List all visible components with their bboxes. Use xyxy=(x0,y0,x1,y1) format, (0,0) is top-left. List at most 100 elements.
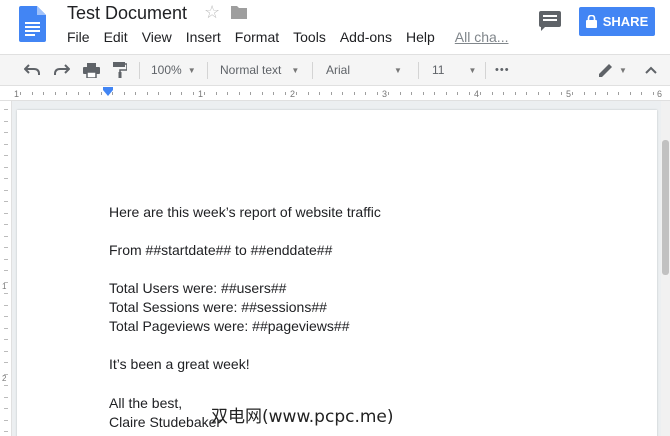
horizontal-ruler: 1 1 2 3 4 5 6 xyxy=(0,87,670,101)
collapse-menus-button[interactable] xyxy=(645,55,657,85)
watermark-text: 双电网(www.pcpc.me) xyxy=(211,407,394,427)
ruler-tick xyxy=(411,92,412,95)
redo-button[interactable] xyxy=(54,55,70,85)
doc-line-users[interactable]: Total Users were: ##users## xyxy=(109,279,286,297)
all-changes-link[interactable]: All cha... xyxy=(455,28,509,46)
ruler-tick xyxy=(4,259,8,260)
ruler-tick xyxy=(388,92,389,95)
scrollbar-thumb[interactable] xyxy=(662,140,669,275)
ruler-tick xyxy=(4,224,8,225)
ruler-tick xyxy=(124,92,125,95)
lock-icon xyxy=(585,15,597,28)
ruler-tick xyxy=(20,92,21,95)
font-size-value: 11 xyxy=(432,63,445,77)
doc-line-greatweek[interactable]: It’s been a great week! xyxy=(109,355,250,373)
toolbar-divider xyxy=(139,62,140,79)
ruler-tick xyxy=(4,305,8,306)
ruler-tick xyxy=(365,92,366,95)
font-select[interactable]: Arial ▼ xyxy=(326,55,402,85)
vertical-ruler: 1 2 xyxy=(0,101,12,436)
ruler-tick xyxy=(78,92,79,95)
ruler-tick xyxy=(204,92,205,95)
doc-line-daterange[interactable]: From ##startdate## to ##enddate## xyxy=(109,241,332,259)
share-label: SHARE xyxy=(602,14,649,29)
docs-logo-icon[interactable] xyxy=(19,6,46,42)
doc-line-closing[interactable]: All the best, xyxy=(109,394,182,412)
ruler-tick xyxy=(4,293,8,294)
ruler-tick xyxy=(457,92,458,95)
star-icon[interactable]: ☆ xyxy=(204,2,220,22)
ruler-tick xyxy=(4,431,8,432)
style-select[interactable]: Normal text ▼ xyxy=(220,55,299,85)
menu-view[interactable]: View xyxy=(142,28,172,46)
ruler-tick xyxy=(4,109,8,110)
ruler-mark: 1 xyxy=(14,89,20,99)
ruler-tick xyxy=(89,92,90,95)
ruler-tick xyxy=(66,92,67,95)
doc-line-signature[interactable]: Claire Studebaker xyxy=(109,413,221,431)
ruler-tick xyxy=(377,92,378,95)
ruler-tick xyxy=(538,92,539,95)
ruler-tick xyxy=(158,92,159,95)
ruler-tick xyxy=(135,92,136,95)
doc-line-pageviews[interactable]: Total Pageviews were: ##pageviews## xyxy=(109,317,349,335)
comments-icon[interactable] xyxy=(539,11,561,31)
ruler-mark: 2 xyxy=(2,374,7,383)
doc-line-sessions[interactable]: Total Sessions were: ##sessions## xyxy=(109,298,327,316)
menu-edit[interactable]: Edit xyxy=(104,28,128,46)
ruler-tick xyxy=(4,282,8,283)
ruler-tick xyxy=(250,92,251,95)
ruler-tick xyxy=(4,270,8,271)
ruler-tick xyxy=(526,92,527,95)
more-button[interactable]: ••• xyxy=(495,55,510,85)
chevron-down-icon: ▼ xyxy=(619,65,627,75)
ruler-mark: 6 xyxy=(657,89,663,99)
ruler-tick xyxy=(216,92,217,95)
ruler-tick xyxy=(4,178,8,179)
menu-tools[interactable]: Tools xyxy=(293,28,326,46)
menu-help[interactable]: Help xyxy=(406,28,435,46)
ruler-tick xyxy=(4,420,8,421)
ruler-tick xyxy=(584,92,585,95)
chevron-down-icon: ▼ xyxy=(468,65,477,75)
ruler-tick xyxy=(239,92,240,95)
zoom-value: 100% xyxy=(151,63,182,77)
ruler-tick xyxy=(572,92,573,95)
ruler-tick xyxy=(262,92,263,95)
font-size-select[interactable]: 11 ▼ xyxy=(432,55,476,85)
folder-icon[interactable] xyxy=(231,5,247,19)
ruler-mark: 2 xyxy=(290,89,296,99)
ruler-tick xyxy=(4,144,8,145)
ruler-tick xyxy=(503,92,504,95)
menu-insert[interactable]: Insert xyxy=(186,28,221,46)
ruler-mark: 1 xyxy=(198,89,204,99)
ruler-tick xyxy=(4,339,8,340)
menu-format[interactable]: Format xyxy=(235,28,279,46)
paint-format-icon xyxy=(113,62,127,78)
paint-format-button[interactable] xyxy=(113,55,127,85)
menu-file[interactable]: File xyxy=(67,28,90,46)
ruler-tick xyxy=(4,328,8,329)
ruler-tick xyxy=(607,92,608,95)
doc-line-intro[interactable]: Here are this week’s report of website t… xyxy=(109,203,381,221)
undo-button[interactable] xyxy=(24,55,40,85)
ruler-tick xyxy=(595,92,596,95)
font-value: Arial xyxy=(326,63,351,77)
document-page[interactable] xyxy=(17,110,657,436)
ruler-tick xyxy=(285,92,286,95)
document-title[interactable]: Test Document xyxy=(67,1,187,25)
ruler-tick xyxy=(32,92,33,95)
chevron-down-icon: ▼ xyxy=(187,65,196,75)
editing-mode-button[interactable]: ▼ xyxy=(598,55,627,85)
ruler-tick xyxy=(43,92,44,95)
style-value: Normal text xyxy=(220,63,282,77)
menu-addons[interactable]: Add-ons xyxy=(340,28,392,46)
ruler-tick xyxy=(549,92,550,95)
ruler-tick xyxy=(641,92,642,95)
ruler-mark: 3 xyxy=(382,89,388,99)
share-button[interactable]: SHARE xyxy=(579,7,655,36)
ruler-tick xyxy=(480,92,481,95)
print-button[interactable] xyxy=(83,55,100,85)
zoom-select[interactable]: 100% ▼ xyxy=(151,55,196,85)
ruler-tick xyxy=(4,132,8,133)
